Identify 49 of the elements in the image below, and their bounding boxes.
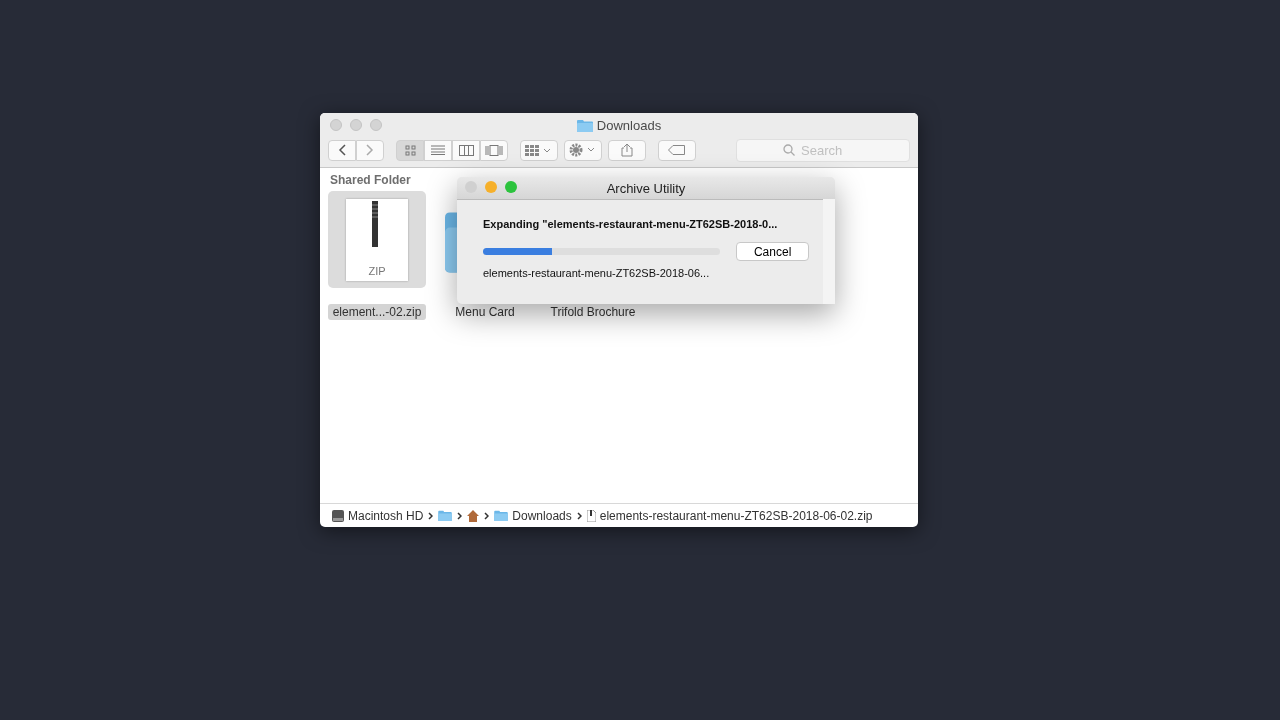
window-control[interactable] — [370, 119, 382, 131]
share-icon — [621, 143, 633, 157]
window-title: Downloads — [596, 117, 662, 133]
minimize-button[interactable] — [485, 181, 497, 193]
home-icon — [467, 509, 480, 522]
path-item[interactable]: Macintosh HD — [348, 508, 424, 523]
forward-button[interactable] — [356, 139, 384, 161]
current-file: elements-restaurant-menu-ZT62SB-2018-06... — [483, 267, 711, 279]
file-name[interactable]: Trifold Brochure — [545, 304, 641, 320]
zoom-button[interactable] — [505, 181, 517, 193]
cancel-button[interactable]: Cancel — [736, 242, 809, 261]
window-control[interactable] — [330, 119, 342, 131]
file-type-label: ZIP — [368, 264, 386, 277]
file-name[interactable]: Menu Card — [450, 304, 520, 320]
tag-icon — [668, 145, 686, 155]
column-view-icon — [458, 144, 474, 156]
folder-icon — [438, 510, 453, 521]
view-button[interactable] — [452, 139, 480, 161]
arrange-icon — [525, 144, 553, 156]
chevron-icon — [457, 511, 463, 520]
path-item[interactable]: elements-restaurant-menu-ZT62SB-2018-06-02.zip — [599, 508, 873, 523]
gallery-view-icon — [485, 144, 503, 156]
zipper-icon — [370, 200, 380, 247]
section-title: Shared Folder — [329, 172, 412, 187]
back-icon — [338, 144, 346, 156]
folder-icon — [494, 510, 509, 521]
settings-icon — [569, 143, 597, 157]
expanding-message: Expanding "elements-restaurant-menu-ZT62SB-2018-0... — [483, 218, 779, 230]
path-item[interactable]: Downloads — [512, 508, 572, 523]
folder-icon — [576, 118, 593, 132]
window-control[interactable] — [350, 119, 362, 131]
chevron-icon — [484, 511, 490, 520]
file-name[interactable]: element...-02.zip — [327, 304, 427, 320]
arrange-button[interactable] — [520, 139, 558, 161]
view-button[interactable] — [396, 139, 424, 161]
view-button[interactable] — [480, 139, 508, 161]
chevron-icon — [428, 511, 434, 520]
forward-icon — [366, 144, 374, 156]
list-view-icon — [431, 145, 445, 155]
chevron-icon — [576, 511, 582, 520]
view-button[interactable] — [424, 139, 452, 161]
action-button[interactable] — [564, 139, 602, 161]
dialog-title: Archive Utility — [606, 180, 686, 196]
back-button[interactable] — [328, 139, 356, 161]
search-icon — [783, 144, 795, 156]
tag-button[interactable] — [658, 139, 696, 161]
grid-view-icon — [404, 144, 416, 156]
file-icon — [586, 509, 596, 522]
share-button[interactable] — [608, 139, 646, 161]
